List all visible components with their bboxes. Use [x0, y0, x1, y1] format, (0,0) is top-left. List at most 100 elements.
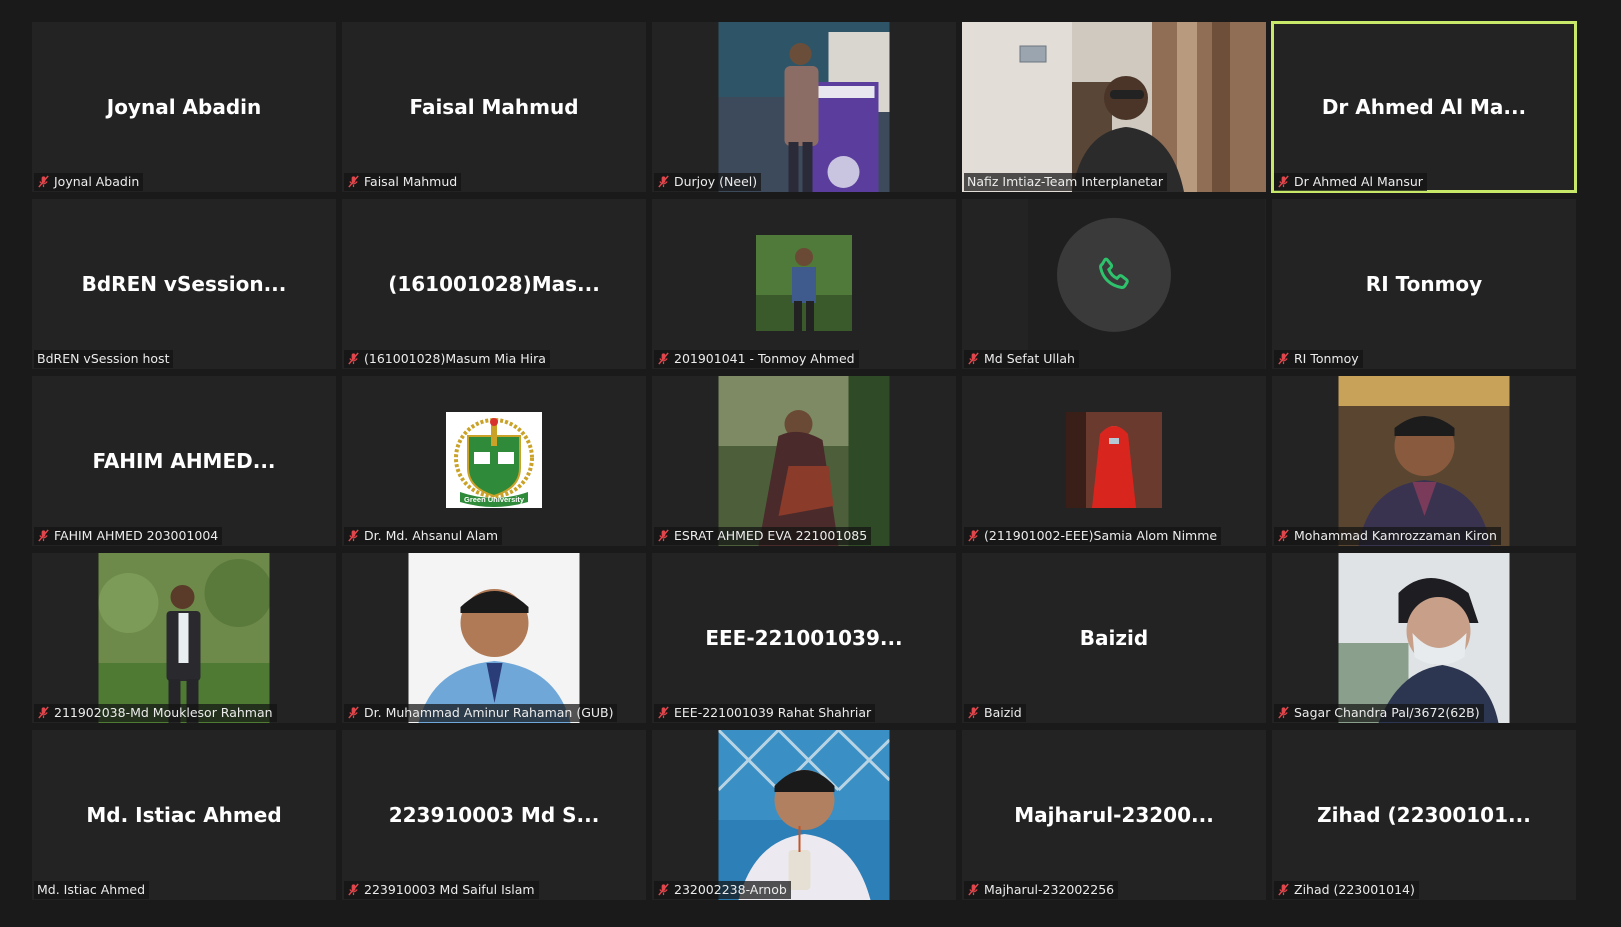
- live-webcam-video: [962, 22, 1266, 192]
- small-profile-photo-red: [1066, 412, 1162, 508]
- participant-name-label: (211901002-EEE)Samia Alom Nimme: [964, 527, 1222, 545]
- participant-display-name: FAHIM AHMED...: [92, 449, 276, 473]
- profile-photo-light: [408, 553, 580, 723]
- participant-display-name: Zihad (22300101...: [1317, 803, 1531, 827]
- logo-text: Green University: [464, 495, 525, 504]
- participant-tile[interactable]: Majharul-23200... Majharul-232002256: [962, 730, 1266, 900]
- muted-mic-icon: [968, 529, 979, 542]
- participant-tile[interactable]: RI Tonmoy RI Tonmoy: [1272, 199, 1576, 369]
- participant-tile[interactable]: ESRAT AHMED EVA 221001085: [652, 376, 956, 546]
- participant-name: 201901041 - Tonmoy Ahmed: [674, 351, 855, 366]
- participant-display-name: EEE-221001039...: [705, 626, 903, 650]
- muted-mic-icon: [658, 883, 669, 896]
- muted-mic-icon: [1278, 352, 1289, 365]
- muted-mic-icon: [348, 352, 359, 365]
- phone-call-avatar: [1057, 217, 1171, 332]
- participant-name: FAHIM AHMED 203001004: [54, 528, 219, 543]
- profile-photo-light: [1338, 553, 1510, 723]
- participant-tile[interactable]: BdREN vSession... BdREN vSession host: [32, 199, 336, 369]
- small-profile-photo: [756, 235, 852, 331]
- participant-name: Nafiz Imtiaz-Team Interplanetar: [967, 174, 1163, 189]
- participant-name: Dr Ahmed Al Mansur: [1294, 174, 1423, 189]
- muted-mic-icon: [348, 706, 359, 719]
- participant-name-label: Durjoy (Neel): [654, 173, 762, 191]
- participant-display-name: Joynal Abadin: [106, 95, 262, 119]
- participant-name: 211902038-Md Mouklesor Rahman: [54, 705, 273, 720]
- participant-display-name: RI Tonmoy: [1365, 272, 1483, 296]
- participant-name-label: Nafiz Imtiaz-Team Interplanetar: [964, 173, 1167, 191]
- muted-mic-icon: [658, 529, 669, 542]
- profile-photo: [718, 730, 890, 900]
- participant-name: (211901002-EEE)Samia Alom Nimme: [984, 528, 1218, 543]
- participant-tile[interactable]: FAHIM AHMED... FAHIM AHMED 203001004: [32, 376, 336, 546]
- participant-name-label: Dr. Md. Ahsanul Alam: [344, 527, 503, 545]
- participant-name-label: Zihad (223001014): [1274, 881, 1419, 899]
- participant-tile[interactable]: Faisal Mahmud Faisal Mahmud: [342, 22, 646, 192]
- participant-name: Md. Istiac Ahmed: [37, 882, 146, 897]
- muted-mic-icon: [968, 883, 979, 896]
- muted-mic-icon: [348, 883, 359, 896]
- participant-tile[interactable]: Joynal Abadin Joynal Abadin: [32, 22, 336, 192]
- participant-name: Baizid: [984, 705, 1022, 720]
- participant-name-label: (161001028)Masum Mia Hira: [344, 350, 550, 368]
- participant-name-label: FAHIM AHMED 203001004: [34, 527, 223, 545]
- participant-tile[interactable]: Zihad (22300101... Zihad (223001014): [1272, 730, 1576, 900]
- participant-name-label: Dr. Muhammad Aminur Rahaman (GUB): [344, 704, 618, 722]
- muted-mic-icon: [348, 175, 359, 188]
- profile-photo: [98, 553, 270, 723]
- muted-mic-icon: [1278, 175, 1289, 188]
- participant-tile[interactable]: Baizid Baizid: [962, 553, 1266, 723]
- participant-name: Faisal Mahmud: [364, 174, 458, 189]
- participant-name: (161001028)Masum Mia Hira: [364, 351, 546, 366]
- participant-name-label: Faisal Mahmud: [344, 173, 462, 191]
- participant-name: RI Tonmoy: [1294, 351, 1359, 366]
- green-university-logo: Green University: [446, 412, 542, 508]
- participant-name: 232002238-Arnob: [674, 882, 787, 897]
- muted-mic-icon: [658, 175, 669, 188]
- participant-display-name: Faisal Mahmud: [409, 95, 579, 119]
- participant-name-label: Md. Istiac Ahmed: [34, 881, 150, 899]
- participant-display-name: Dr Ahmed Al Ma...: [1321, 95, 1527, 119]
- participant-name: ESRAT AHMED EVA 221001085: [674, 528, 868, 543]
- participant-name: Sagar Chandra Pal/3672(62B): [1294, 705, 1480, 720]
- muted-mic-icon: [658, 352, 669, 365]
- participant-tile[interactable]: Mohammad Kamrozzaman Kiron: [1272, 376, 1576, 546]
- participant-name: BdREN vSession host: [37, 351, 170, 366]
- participant-name-label: Sagar Chandra Pal/3672(62B): [1274, 704, 1484, 722]
- participant-tile[interactable]: Md. Istiac Ahmed Md. Istiac Ahmed: [32, 730, 336, 900]
- profile-photo: [718, 376, 890, 546]
- muted-mic-icon: [658, 706, 669, 719]
- participant-name-label: EEE-221001039 Rahat Shahriar: [654, 704, 876, 722]
- participant-tile[interactable]: 232002238-Arnob: [652, 730, 956, 900]
- participant-name-label: 211902038-Md Mouklesor Rahman: [34, 704, 277, 722]
- muted-mic-icon: [38, 529, 49, 542]
- participant-name: Dr. Muhammad Aminur Rahaman (GUB): [364, 705, 614, 720]
- participant-tile[interactable]: (161001028)Mas... (161001028)Masum Mia H…: [342, 199, 646, 369]
- muted-mic-icon: [38, 175, 49, 188]
- participant-tile[interactable]: (211901002-EEE)Samia Alom Nimme: [962, 376, 1266, 546]
- participant-name: Md Sefat Ullah: [984, 351, 1075, 366]
- participant-tile-active-speaker[interactable]: Dr Ahmed Al Ma... Dr Ahmed Al Mansur: [1271, 21, 1577, 193]
- participant-tile[interactable]: Green University Dr. Md. Ahsanul Alam: [342, 376, 646, 546]
- participant-tile[interactable]: 201901041 - Tonmoy Ahmed: [652, 199, 956, 369]
- muted-mic-icon: [968, 352, 979, 365]
- participant-tile[interactable]: Sagar Chandra Pal/3672(62B): [1272, 553, 1576, 723]
- participant-tile[interactable]: Dr. Muhammad Aminur Rahaman (GUB): [342, 553, 646, 723]
- participant-name: Mohammad Kamrozzaman Kiron: [1294, 528, 1497, 543]
- participant-name-label: ESRAT AHMED EVA 221001085: [654, 527, 872, 545]
- profile-photo: [1338, 376, 1510, 546]
- participant-name: Majharul-232002256: [984, 882, 1115, 897]
- participant-tile[interactable]: Md Sefat Ullah: [962, 199, 1266, 369]
- muted-mic-icon: [38, 706, 49, 719]
- participant-tile[interactable]: 223910003 Md S... 223910003 Md Saiful Is…: [342, 730, 646, 900]
- participant-tile[interactable]: EEE-221001039... EEE-221001039 Rahat Sha…: [652, 553, 956, 723]
- participant-name: Dr. Md. Ahsanul Alam: [364, 528, 499, 543]
- participant-name-label: Dr Ahmed Al Mansur: [1274, 173, 1427, 191]
- video-gallery: Joynal Abadin Joynal Abadin Faisal Mahmu…: [32, 21, 1578, 905]
- participant-name-label: 232002238-Arnob: [654, 881, 791, 899]
- participant-tile[interactable]: 211902038-Md Mouklesor Rahman: [32, 553, 336, 723]
- speaker-at-podium-photo: [718, 22, 890, 192]
- muted-mic-icon: [1278, 529, 1289, 542]
- participant-tile[interactable]: Durjoy (Neel): [652, 22, 956, 192]
- participant-tile[interactable]: Nafiz Imtiaz-Team Interplanetar: [962, 22, 1266, 192]
